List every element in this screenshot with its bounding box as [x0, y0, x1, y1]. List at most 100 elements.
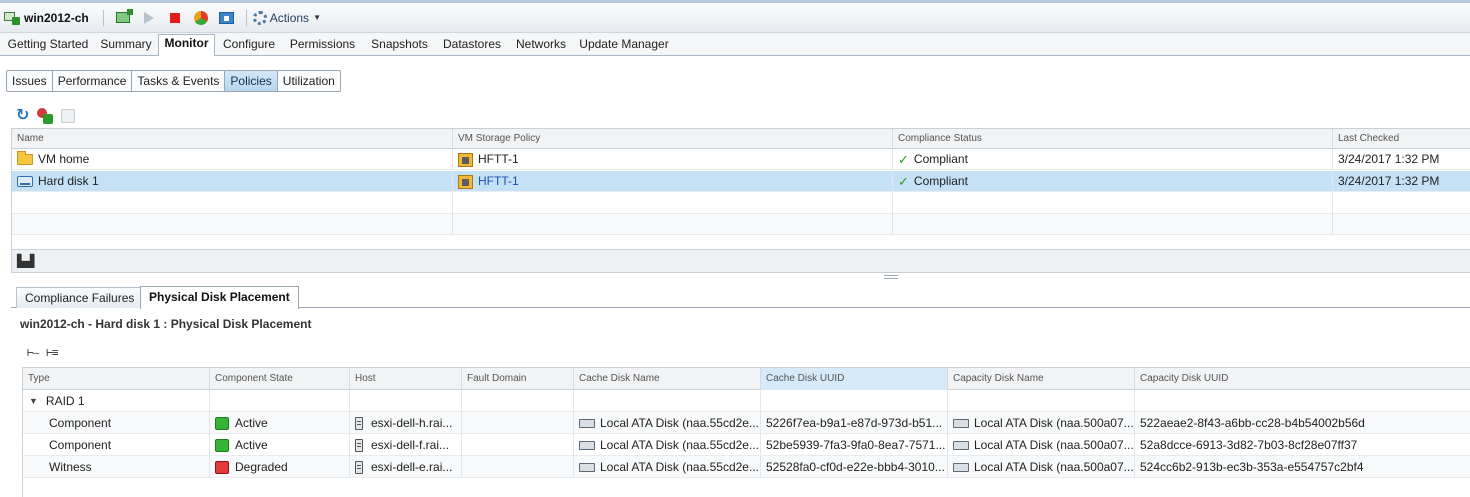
column-header-name[interactable]: Name [12, 129, 453, 149]
column-header-cache-disk-name[interactable]: Cache Disk Name [574, 368, 761, 390]
capacity-disk-uuid-cell: 522aeae2-8f43-a6bb-cc28-b4b54002b56d [1140, 416, 1365, 430]
row-name: VM home [38, 152, 90, 166]
actions-menu[interactable]: Actions ▼ [252, 10, 321, 25]
power-on-button[interactable] [141, 10, 157, 26]
grid-header: Name VM Storage Policy Compliance Status… [12, 129, 1470, 149]
host-label: esxi-dell-h.rai... [371, 416, 453, 430]
subtab-tasks-events[interactable]: Tasks & Events [132, 71, 226, 91]
vm-toolbar: win2012-ch Actions ▼ [0, 0, 1470, 33]
tab-compliance-failures[interactable]: Compliance Failures [16, 287, 144, 308]
column-header-capacity-disk-name[interactable]: Capacity Disk Name [948, 368, 1135, 390]
row-status-cell: ✓ Compliant [893, 171, 1333, 192]
check-icon: ✓ [898, 174, 909, 189]
reapply-policy-icon[interactable] [61, 109, 76, 123]
detail-tab-bar: Compliance Failures Physical Disk Placem… [11, 286, 1470, 309]
column-header-fault-domain[interactable]: Fault Domain [462, 368, 574, 390]
tab-permissions[interactable]: Permissions [284, 36, 361, 56]
empty-cell [12, 193, 453, 214]
table-row-selected[interactable]: Hard disk 1 HFTT-1 ✓ Compliant 3/24/2017 … [12, 171, 1470, 192]
table-row[interactable]: Component Active esxi-dell-h.rai... Loca… [23, 412, 1470, 434]
column-header-cache-disk-uuid[interactable]: Cache Disk UUID [761, 368, 948, 390]
tab-snapshots[interactable]: Snapshots [367, 36, 432, 56]
row-name-cell: Hard disk 1 [12, 171, 453, 192]
expand-all-icon[interactable]: ⊢≡ [46, 346, 58, 359]
gear-icon [252, 10, 267, 25]
empty-cell [893, 214, 1333, 235]
column-header-type[interactable]: Type [23, 368, 210, 390]
cache-disk-name-cell: Local ATA Disk (naa.55cd2e... [574, 434, 761, 456]
empty-cell [210, 390, 350, 412]
capacity-disk-name-cell: Local ATA Disk (naa.500a07... [948, 412, 1135, 434]
disk-icon [579, 462, 595, 472]
disk-icon [579, 418, 595, 428]
check-compliance-icon[interactable] [37, 108, 54, 124]
host-cell: esxi-dell-e.rai... [350, 456, 462, 478]
host-label: esxi-dell-f.rai... [371, 438, 450, 452]
tab-getting-started[interactable]: Getting Started [4, 36, 92, 56]
vm-title[interactable]: win2012-ch [4, 11, 97, 25]
toolbar-separator [245, 9, 247, 26]
migrate-button[interactable] [219, 10, 235, 26]
cache-disk-name: Local ATA Disk (naa.55cd2e... [600, 416, 759, 430]
vm-name: win2012-ch [24, 10, 89, 25]
chevron-down-icon[interactable]: ▼ [29, 390, 38, 412]
refresh-icon[interactable]: ↻ [16, 108, 29, 124]
table-row[interactable]: VM home HFTT-1 ✓ Compliant 3/24/2017 1:32… [12, 149, 1470, 170]
subtab-performance[interactable]: Performance [53, 71, 133, 91]
physical-placement-grid: Type Component State Host Fault Domain C… [22, 367, 1470, 497]
state-label: Active [235, 416, 268, 430]
tab-configure[interactable]: Configure [218, 36, 280, 56]
placement-title: win2012-ch - Hard disk 1 : Physical Disk… [20, 317, 312, 331]
row-status-cell: ✓ Compliant [893, 149, 1333, 170]
column-header-vm-storage-policy[interactable]: VM Storage Policy [453, 129, 893, 149]
tab-summary[interactable]: Summary [96, 36, 156, 56]
column-header-last-checked[interactable]: Last Checked [1333, 129, 1470, 149]
tab-monitor[interactable]: Monitor [158, 34, 215, 56]
find-bar: ▙▟ [11, 250, 1470, 273]
host-icon [355, 460, 363, 474]
capacity-disk-name: Local ATA Disk (naa.500a07... [974, 460, 1134, 474]
power-off-button[interactable] [167, 10, 183, 26]
status-active-icon [215, 438, 229, 452]
tab-physical-disk-placement[interactable]: Physical Disk Placement [140, 286, 299, 309]
row-policy-link[interactable]: HFTT-1 [478, 171, 519, 192]
storage-policy-icon [458, 174, 473, 189]
row-last-checked: 3/24/2017 1:32 PM [1338, 174, 1440, 188]
empty-cell [574, 390, 761, 412]
table-row[interactable]: Component Active esxi-dell-f.rai... Loca… [23, 434, 1470, 456]
host-cell: esxi-dell-f.rai... [350, 434, 462, 456]
restart-guest-button[interactable] [193, 10, 209, 26]
state-label: Degraded [235, 460, 288, 474]
capacity-disk-name: Local ATA Disk (naa.500a07... [974, 416, 1134, 430]
cache-disk-name-cell: Local ATA Disk (naa.55cd2e... [574, 412, 761, 434]
view-toggles: ⊢— ⊢≡ [27, 346, 66, 359]
tab-update-manager[interactable]: Update Manager [576, 36, 672, 56]
column-header-component-state[interactable]: Component State [210, 368, 350, 390]
tab-networks[interactable]: Networks [511, 36, 571, 56]
pane-splitter-handle[interactable] [884, 275, 898, 279]
host-icon [355, 438, 363, 452]
tree-group-row[interactable]: ▼ RAID 1 [23, 390, 1470, 412]
collapse-all-icon[interactable]: ⊢— [27, 346, 39, 359]
subtab-utilization[interactable]: Utilization [278, 71, 340, 91]
disk-icon [953, 462, 969, 472]
column-header-capacity-disk-uuid[interactable]: Capacity Disk UUID [1135, 368, 1470, 390]
column-header-compliance-status[interactable]: Compliance Status [893, 129, 1333, 149]
policies-grid: Name VM Storage Policy Compliance Status… [11, 128, 1470, 250]
subtab-issues[interactable]: Issues [7, 71, 53, 91]
row-name-cell: VM home [12, 149, 453, 170]
table-row[interactable]: Witness Degraded esxi-dell-e.rai... Loca… [23, 456, 1470, 478]
subtab-policies[interactable]: Policies [225, 71, 278, 91]
empty-cell [462, 390, 574, 412]
row-status: Compliant [913, 152, 968, 166]
tab-datastores[interactable]: Datastores [438, 36, 506, 56]
power-on-icon [143, 11, 154, 24]
column-header-host[interactable]: Host [350, 368, 462, 390]
open-console-button[interactable] [115, 9, 133, 26]
migrate-icon [219, 11, 235, 24]
capacity-disk-name: Local ATA Disk (naa.500a07... [974, 438, 1134, 452]
grid-header: Type Component State Host Fault Domain C… [23, 368, 1470, 390]
binoculars-icon[interactable]: ▙▟ [17, 254, 34, 268]
hard-disk-icon [17, 176, 33, 187]
row-policy-cell: HFTT-1 [453, 149, 893, 170]
